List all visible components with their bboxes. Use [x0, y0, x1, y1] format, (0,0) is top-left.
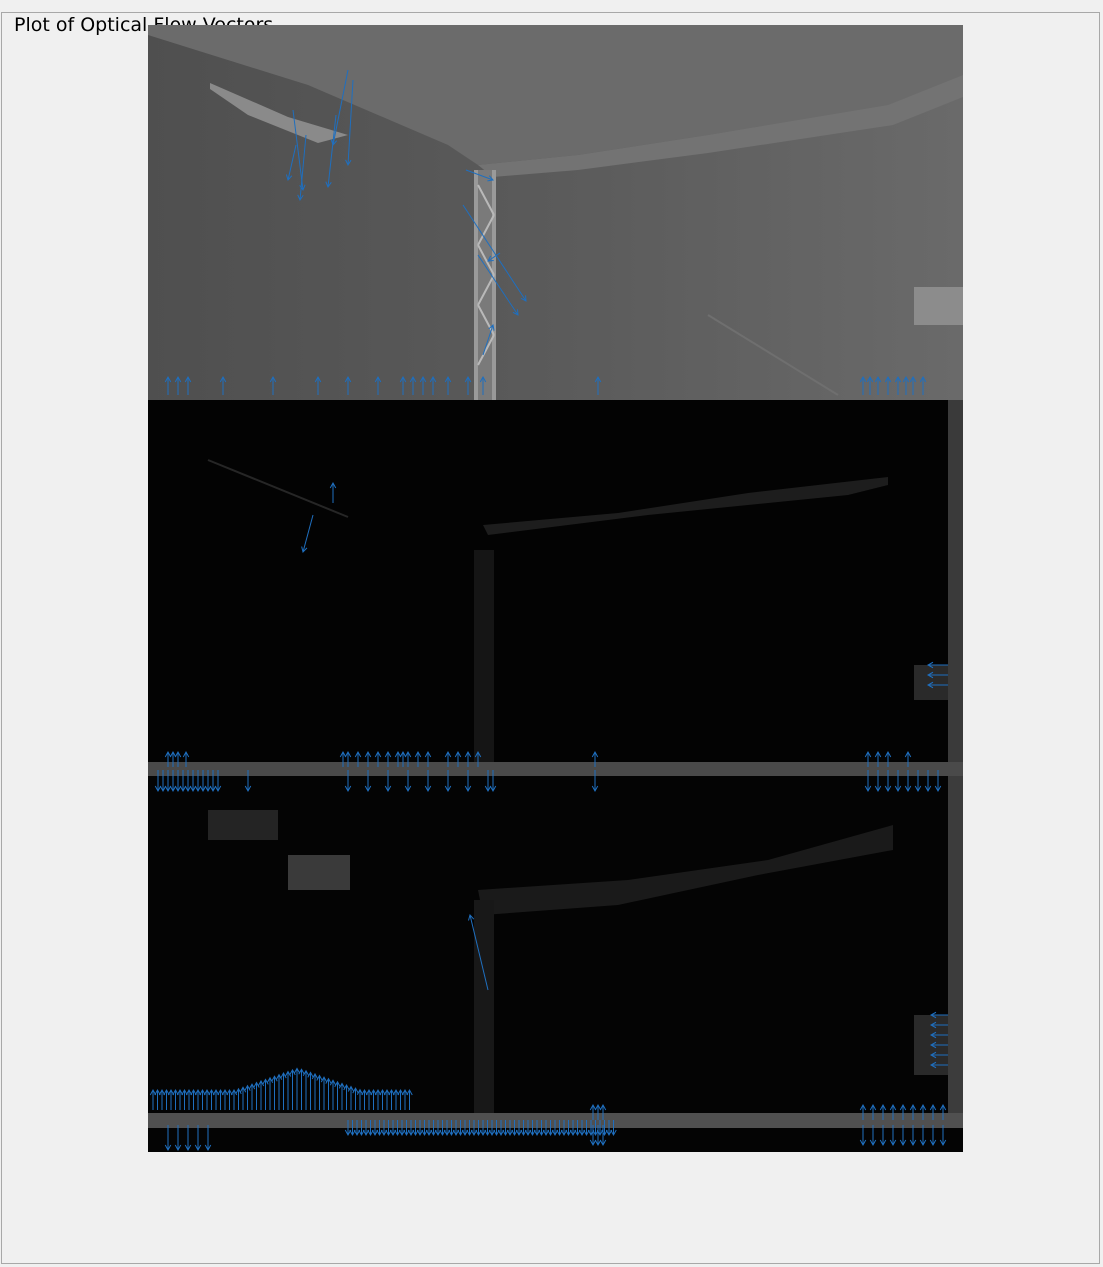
- frame-1: [148, 25, 963, 400]
- optical-flow-plot: [148, 25, 963, 1152]
- frame-2: [148, 400, 963, 776]
- plot-canvas: [148, 25, 963, 1152]
